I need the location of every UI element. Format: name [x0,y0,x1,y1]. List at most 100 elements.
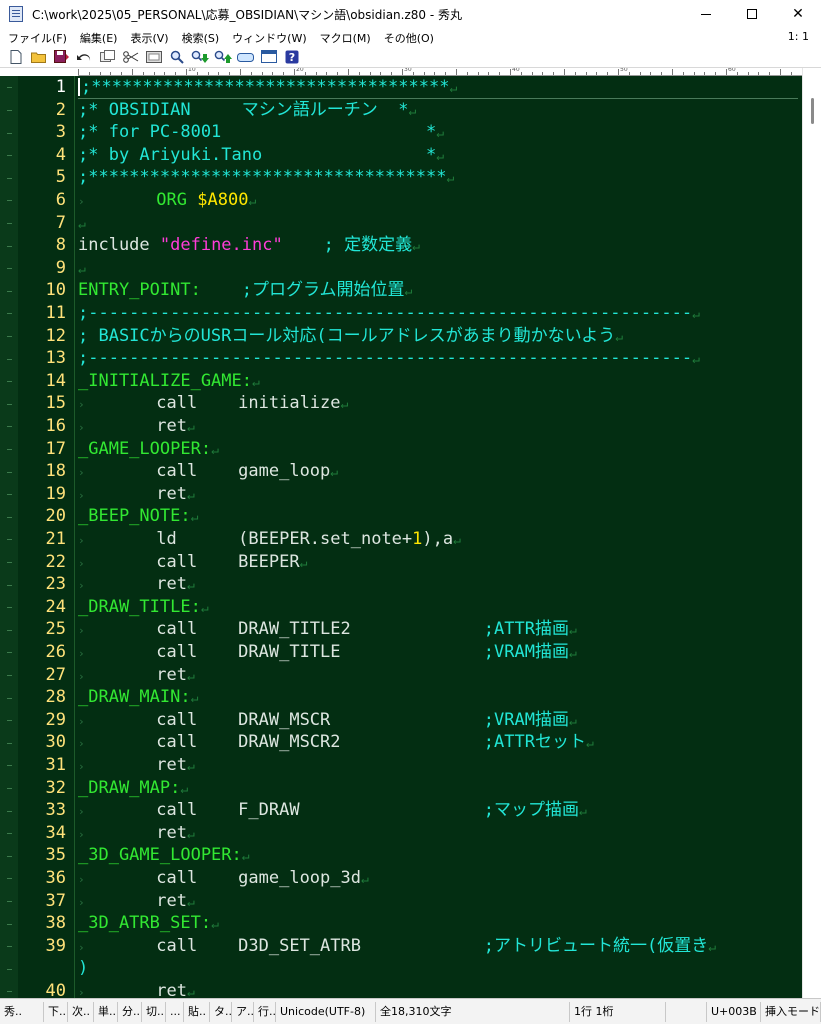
fold-marker [7,177,12,179]
save-button[interactable] [52,48,72,66]
copy-button[interactable] [98,48,118,66]
code-line[interactable]: › call BEEPER↵ [78,551,798,574]
paste-button[interactable] [144,48,164,66]
menu-file[interactable]: ファイル(F) [3,30,72,46]
code-line[interactable]: › ORG $A800↵ [78,189,798,212]
fold-gutter[interactable] [0,76,18,998]
code-line[interactable]: › call initialize↵ [78,392,798,415]
code-line[interactable]: › ld (BEEPER.set_note+1),a↵ [78,528,798,551]
code-line[interactable]: include "define.inc" ; 定数定義↵ [78,234,798,257]
code-line[interactable]: › ret↵ [78,415,798,438]
code-line[interactable]: ; BASICからのUSRコール対応(コールアドレスがあまり動かないよう↵ [78,325,798,348]
tab-mark: › [78,873,85,886]
new-file-icon [10,50,22,64]
code-line[interactable]: _DRAW_MAIN:↵ [78,686,798,709]
status-cell[interactable]: ... [166,1001,184,1022]
find-button[interactable] [167,48,187,66]
cut-button[interactable] [121,48,141,66]
open-button[interactable] [29,48,49,66]
tab-mark: › [78,579,85,593]
window-button[interactable] [259,48,279,66]
code-line[interactable]: › ret↵ [78,980,798,998]
find-up-icon [214,50,232,63]
code-token: 1 [412,529,423,549]
help-button[interactable]: ? [282,48,302,66]
code-line[interactable]: › call DRAW_MSCR2 ;ATTRセット↵ [78,731,798,754]
app-document-icon[interactable] [9,6,23,22]
code-line[interactable]: ;* for PC-8001 *↵ [78,121,798,144]
code-line[interactable]: › ret↵ [78,754,798,777]
status-cell[interactable]: 下.. [44,1001,68,1022]
code-line[interactable]: _INITIALIZE_GAME:↵ [78,370,798,393]
code-line[interactable]: ;* OBSIDIAN マシン語ルーチン *↵ [78,99,798,122]
fold-marker [7,855,12,857]
fold-marker [7,290,12,292]
indent: › [78,484,156,504]
code-line[interactable]: › ret↵ [78,573,798,596]
editor-pane[interactable]: 1 ;***********************************↵ 2;… [0,76,802,998]
code-line[interactable]: ENTRY_POINT: ;プログラム開始位置↵ [78,279,798,302]
code-line[interactable]: ;***********************************↵ [78,76,798,99]
line-number: 40 [45,981,66,998]
code-line[interactable]: ) [78,957,798,980]
undo-button[interactable] [75,48,95,66]
code-line[interactable]: › call DRAW_MSCR ;VRAM描画↵ [78,709,798,732]
status-cell[interactable]: 切.. [142,1001,166,1022]
status-cell[interactable]: 行.. [254,1001,276,1022]
menu-search[interactable]: 検索(S) [177,30,225,46]
status-cell[interactable]: ア.. [232,1001,254,1022]
code-line[interactable]: ;---------------------------------------… [78,302,798,325]
code-line[interactable]: › call game_loop_3d↵ [78,867,798,890]
code-line[interactable]: ↵ [78,257,798,280]
find-up-button[interactable] [213,48,233,66]
code-line[interactable]: › call game_loop↵ [78,460,798,483]
tab-mark: › [78,195,85,208]
code-line[interactable]: › call D3D_SET_ATRB ;アトリビュート統一(仮置き↵ [78,935,798,958]
code-line[interactable]: ;---------------------------------------… [78,347,798,370]
code-line[interactable]: › call DRAW_TITLE2 ;ATTR描画↵ [78,618,798,641]
code-line[interactable]: › ret↵ [78,890,798,913]
code-line[interactable]: ↵ [78,212,798,235]
code-line[interactable]: › call DRAW_TITLE ;VRAM描画↵ [78,641,798,664]
menu-edit[interactable]: 編集(E) [75,30,123,46]
status-cell[interactable]: 単.. [94,1001,118,1022]
code-line[interactable]: _3D_GAME_LOOPER:↵ [78,844,798,867]
close-button[interactable]: ✕ [775,0,821,28]
find-down-button[interactable] [190,48,210,66]
menu-view[interactable]: 表示(V) [125,30,173,46]
status-cell[interactable]: 分.. [118,1001,142,1022]
new-file-button[interactable] [6,48,26,66]
code-line[interactable]: ;* by Ariyuki.Tano *↵ [78,144,798,167]
vertical-scrollbar[interactable] [802,68,821,998]
ruler-tick [650,72,652,75]
code-line[interactable]: ;***********************************↵ [78,166,798,189]
status-cell[interactable]: 秀.. [0,1001,44,1022]
code-line[interactable]: _DRAW_MAP:↵ [78,777,798,800]
code-line[interactable]: › ret↵ [78,822,798,845]
menu-window[interactable]: ウィンドウ(W) [227,30,311,46]
code-line[interactable]: _DRAW_TITLE:↵ [78,596,798,619]
replace-button[interactable] [236,48,256,66]
line-number: 12 [45,325,66,346]
save-icon [54,50,69,63]
menu-macro[interactable]: マクロ(M) [315,30,376,46]
status-cell[interactable]: 次.. [68,1001,94,1022]
fold-marker [7,200,12,202]
code-line[interactable]: _BEEP_NOTE:↵ [78,505,798,528]
menu-other[interactable]: その他(O) [379,30,439,46]
code-line[interactable]: _3D_ATRB_SET:↵ [78,912,798,935]
code-line[interactable]: › call F_DRAW ;マップ描画↵ [78,799,798,822]
code-line[interactable]: _GAME_LOOPER:↵ [78,438,798,461]
status-cell[interactable]: 貼.. [184,1001,210,1022]
fold-marker [7,109,12,111]
minimize-button[interactable] [683,0,729,28]
status-cell[interactable]: タ.. [210,1001,232,1022]
code-line[interactable]: › ret↵ [78,664,798,687]
maximize-button[interactable] [729,0,775,28]
fold-marker [7,516,12,518]
ruler-tick [358,72,360,75]
code-line[interactable]: › ret↵ [78,483,798,506]
scrollbar-thumb[interactable] [811,98,814,124]
line-number: 18 [45,461,66,482]
